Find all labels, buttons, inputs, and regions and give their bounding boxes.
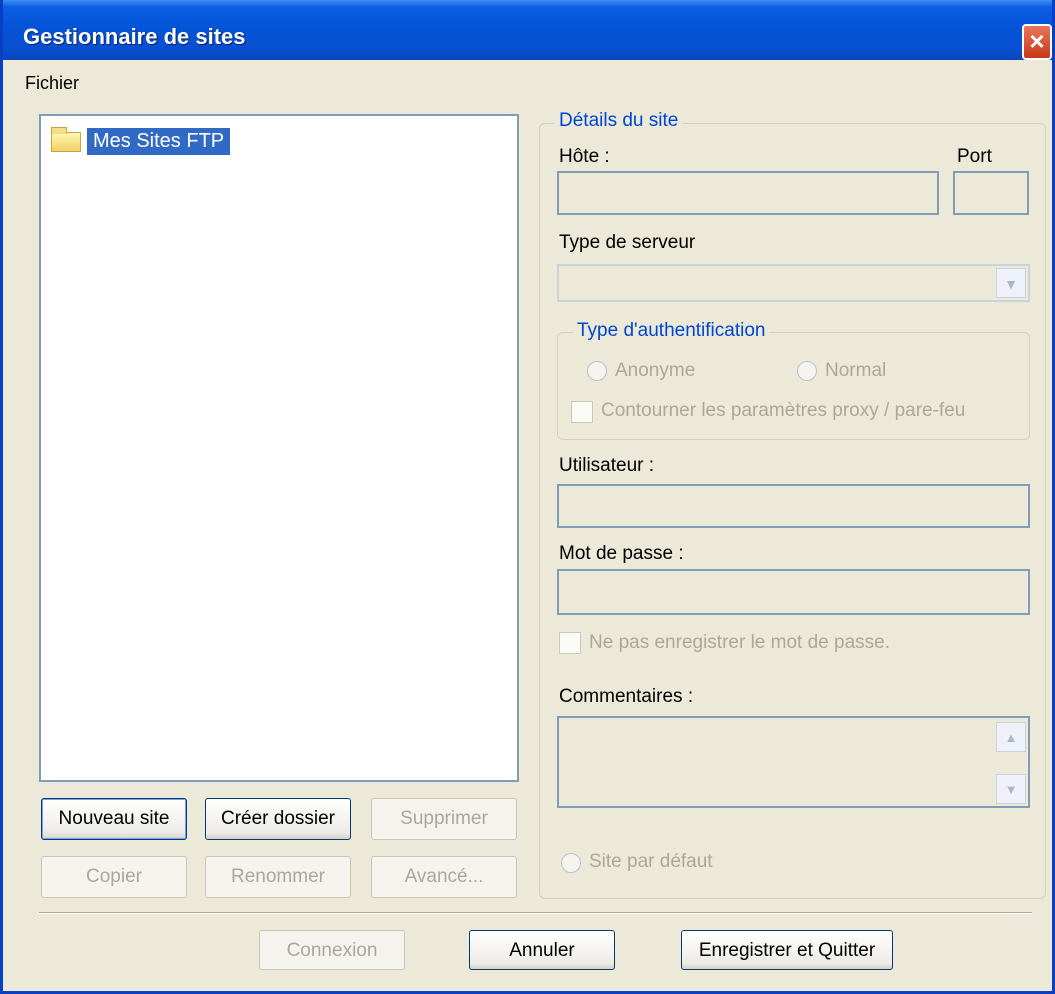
tree-node-label[interactable]: Mes Sites FTP: [87, 128, 231, 155]
chevron-down-icon[interactable]: ▼: [996, 774, 1026, 804]
cancel-button[interactable]: Annuler: [469, 930, 615, 970]
server-type-dropdown[interactable]: ▼: [557, 264, 1030, 302]
port-field[interactable]: [953, 171, 1029, 215]
comments-label: Commentaires :: [559, 686, 694, 707]
rename-button[interactable]: Renommer: [205, 856, 351, 898]
close-icon[interactable]: ×: [1022, 24, 1052, 60]
site-manager-window: Gestionnaire de sites × Fichier Mes Site…: [0, 0, 1055, 994]
password-input[interactable]: [559, 571, 1028, 613]
delete-button[interactable]: Supprimer: [371, 798, 517, 840]
connect-button[interactable]: Connexion: [259, 930, 405, 970]
dont-save-password-checkbox[interactable]: [559, 632, 581, 654]
user-field[interactable]: [557, 484, 1030, 528]
normal-radio[interactable]: [797, 361, 817, 381]
site-details-legend: Détails du site: [555, 110, 683, 132]
site-tree[interactable]: Mes Sites FTP: [39, 114, 519, 782]
new-folder-button[interactable]: Créer dossier: [205, 798, 351, 840]
default-site-label: Site par défaut: [589, 851, 713, 872]
host-input[interactable]: [559, 173, 937, 213]
comments-scrollbar[interactable]: ▲ ▼: [996, 720, 1026, 804]
server-type-label: Type de serveur: [559, 232, 696, 253]
title-bar[interactable]: Gestionnaire de sites: [3, 0, 1052, 60]
chevron-up-icon[interactable]: ▲: [996, 722, 1026, 752]
bypass-proxy-checkbox[interactable]: [571, 401, 593, 423]
default-site-radio[interactable]: [561, 853, 581, 873]
auth-type-group: [557, 332, 1030, 440]
anonymous-label: Anonyme: [615, 360, 696, 381]
host-label: Hôte :: [559, 146, 610, 167]
menu-fichier[interactable]: Fichier: [25, 73, 79, 94]
dont-save-password-label: Ne pas enregistrer le mot de passe.: [589, 632, 890, 653]
comments-textarea[interactable]: ▲ ▼: [557, 716, 1030, 808]
folder-icon: [51, 127, 81, 152]
window-title: Gestionnaire de sites: [23, 24, 246, 49]
anonymous-radio[interactable]: [587, 361, 607, 381]
port-input[interactable]: [955, 173, 1027, 213]
new-site-button[interactable]: Nouveau site: [41, 798, 187, 840]
divider: [39, 912, 1032, 914]
host-field[interactable]: [557, 171, 939, 215]
bypass-proxy-label: Contourner les paramètres proxy / pare-f…: [601, 400, 966, 421]
port-label: Port: [957, 146, 992, 167]
advanced-button[interactable]: Avancé...: [371, 856, 517, 898]
normal-label: Normal: [825, 360, 887, 381]
menu-bar: Fichier: [3, 62, 1052, 100]
auth-type-legend: Type d'authentification: [573, 320, 770, 342]
user-label: Utilisateur :: [559, 455, 655, 476]
password-field[interactable]: [557, 569, 1030, 615]
save-and-quit-button[interactable]: Enregistrer et Quitter: [681, 930, 893, 970]
chevron-down-icon[interactable]: ▼: [996, 268, 1026, 298]
copy-button[interactable]: Copier: [41, 856, 187, 898]
user-input[interactable]: [559, 486, 1028, 526]
password-label: Mot de passe :: [559, 543, 684, 564]
